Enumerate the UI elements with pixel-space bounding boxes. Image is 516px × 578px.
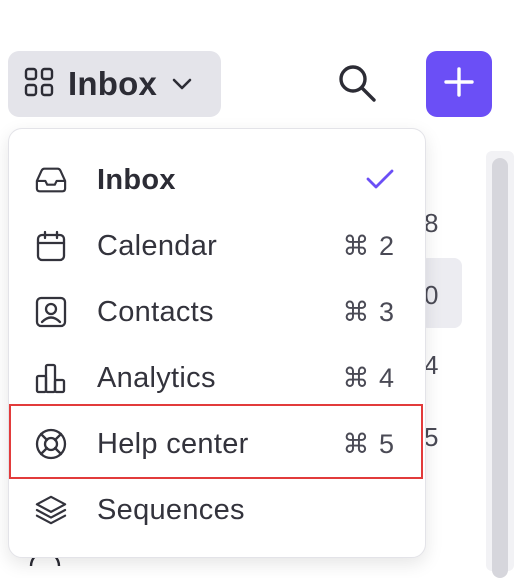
- workspace-dropdown-menu: Inbox Calendar ⌘ 2 Contacts ⌘ 3 Analytic…: [8, 128, 426, 558]
- menu-item-calendar[interactable]: Calendar ⌘ 2: [9, 213, 425, 279]
- menu-item-label: Analytics: [97, 361, 216, 394]
- search-icon: [336, 62, 378, 109]
- apps-grid-icon: [24, 67, 54, 102]
- keyboard-shortcut: ⌘ 4: [342, 362, 395, 393]
- menu-item-analytics[interactable]: Analytics ⌘ 4: [9, 345, 425, 411]
- bar-chart-icon: [35, 362, 67, 394]
- keyboard-shortcut: ⌘ 2: [342, 230, 395, 261]
- add-button[interactable]: [426, 51, 492, 117]
- chevron-down-icon: [171, 77, 193, 91]
- menu-item-label: Contacts: [97, 295, 214, 328]
- workspace-title: Inbox: [68, 65, 157, 102]
- menu-item-sequences[interactable]: Sequences: [9, 477, 425, 543]
- list-count: 0: [424, 280, 439, 310]
- menu-item-label: Calendar: [97, 229, 218, 262]
- menu-item-contacts[interactable]: Contacts ⌘ 3: [9, 279, 425, 345]
- selection-highlight-box: [9, 404, 423, 479]
- menu-item-label: Inbox: [97, 163, 176, 196]
- scrollbar-thumb[interactable]: [492, 158, 508, 578]
- list-count: 4: [424, 350, 439, 380]
- list-count: 5: [424, 422, 439, 452]
- workspace-switcher[interactable]: Inbox: [8, 51, 221, 117]
- inbox-tray-icon: [35, 164, 67, 196]
- search-button[interactable]: [334, 62, 380, 108]
- menu-item-label: Sequences: [97, 493, 245, 526]
- contact-card-icon: [35, 296, 67, 328]
- checkmark-icon: [365, 167, 395, 196]
- keyboard-shortcut: ⌘ 3: [342, 296, 395, 327]
- list-count: 8: [424, 208, 439, 238]
- plus-icon: [443, 66, 475, 103]
- calendar-icon: [35, 230, 67, 262]
- layers-icon: [35, 494, 67, 526]
- menu-item-inbox[interactable]: Inbox: [9, 147, 425, 213]
